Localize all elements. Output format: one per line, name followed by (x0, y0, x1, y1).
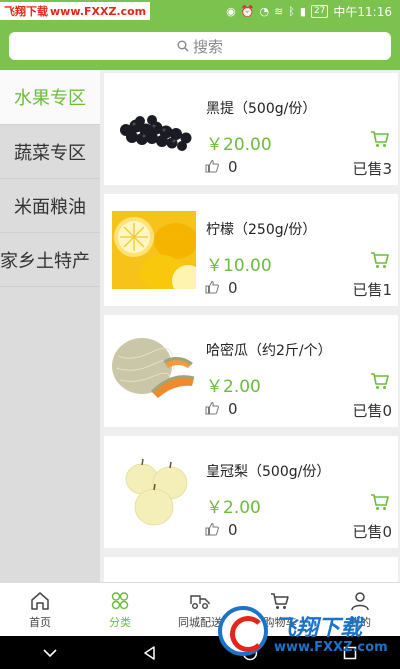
wifi-icon: ≋ (274, 4, 284, 18)
add-to-cart-icon[interactable] (370, 493, 390, 511)
location-icon: ◉ (226, 4, 236, 18)
product-price: ￥2.00 (206, 498, 261, 518)
watermark-logo-url: www.FXXZ.com (274, 640, 388, 655)
back-icon[interactable] (141, 644, 159, 662)
status-icons: ◉ ⏰ ◔ ≋ ᛒ ▮ 27 中午11:16 (226, 0, 392, 22)
bluetooth-icon: ᛒ (288, 4, 295, 18)
watermark-text: 飞翔下载 (4, 5, 48, 18)
like-count: 0 (228, 521, 238, 539)
home-icon (31, 592, 49, 610)
watermark-badge: 飞翔下载 www.FXXZ.com (0, 2, 151, 20)
like-count: 0 (228, 279, 238, 297)
category-icon (111, 592, 129, 610)
product-list: 黑提（500g/份） ￥20.00 0 已售3 柠檬（250g/份） ￥10.0… (100, 70, 400, 582)
search-placeholder: 搜索 (192, 37, 223, 56)
sold-count: 已售3 (352, 160, 392, 178)
category-grain-oil[interactable]: 米面粮油 (0, 179, 100, 233)
watermark-logo-icon (218, 606, 268, 656)
product-card[interactable]: 黑提（500g/份） ￥20.00 0 已售3 (104, 73, 398, 185)
product-name: 皇冠梨（500g/份） (206, 464, 331, 480)
signal-icon: ▮ (299, 4, 306, 18)
product-price: ￥10.00 (206, 256, 272, 276)
delivery-icon (190, 595, 210, 609)
product-price: ￥2.00 (206, 377, 261, 397)
status-bar: 飞翔下载 www.FXXZ.com ◉ ⏰ ◔ ≋ ᛒ ▮ 27 中午11:16 (0, 0, 400, 22)
category-vegetables[interactable]: 蔬菜专区 (0, 125, 100, 179)
watermark-logo-text: 飞翔下载 (274, 616, 363, 641)
alarm-icon: ⏰ (240, 4, 255, 18)
nav-home[interactable]: 首页 (0, 583, 80, 636)
search-input[interactable]: 搜索 (9, 32, 391, 60)
cantaloupe-image (112, 332, 196, 410)
product-name: 柠檬（250g/份） (206, 222, 317, 238)
add-to-cart-icon[interactable] (370, 130, 390, 148)
clock: 中午11:16 (333, 4, 392, 19)
nav-category-label: 分类 (109, 616, 131, 629)
category-fruit[interactable]: 水果专区 (0, 70, 100, 125)
like-count: 0 (228, 400, 238, 418)
crown-pears-image (112, 453, 196, 531)
thumbs-up-icon[interactable] (205, 401, 219, 415)
product-price: ￥20.00 (206, 135, 272, 155)
battery-icon: 27 (310, 4, 329, 18)
thumbs-up-icon[interactable] (205, 159, 219, 173)
product-name: 黑提（500g/份） (206, 101, 317, 117)
nav-category[interactable]: 分类 (80, 583, 160, 636)
watermark-url: www.FXXZ.com (50, 4, 147, 18)
category-sidebar: 水果专区 蔬菜专区 米面粮油 家乡土特产 (0, 70, 100, 582)
thumbs-up-icon[interactable] (205, 280, 219, 294)
silent-icon: ◔ (259, 4, 270, 18)
sold-count: 已售1 (352, 281, 392, 299)
nav-home-label: 首页 (29, 616, 51, 629)
product-card-partial[interactable] (104, 557, 398, 582)
product-card[interactable]: 哈密瓜（约2斤/个） ￥2.00 0 已售0 (104, 315, 398, 427)
chevron-down-icon[interactable] (41, 644, 59, 662)
sold-count: 已售0 (352, 523, 392, 541)
product-card[interactable]: 柠檬（250g/份） ￥10.00 0 已售1 (104, 194, 398, 306)
thumbs-up-icon[interactable] (205, 522, 219, 536)
lemons-image (112, 211, 196, 289)
sold-count: 已售0 (352, 402, 392, 420)
category-local-specialty[interactable]: 家乡土特产 (0, 233, 100, 287)
add-to-cart-icon[interactable] (370, 372, 390, 390)
like-count: 0 (228, 158, 238, 176)
product-card[interactable]: 皇冠梨（500g/份） ￥2.00 0 已售0 (104, 436, 398, 548)
add-to-cart-icon[interactable] (370, 251, 390, 269)
header: 搜索 (0, 22, 400, 70)
site-watermark-logo: 飞翔下载 www.FXXZ.com (216, 606, 394, 662)
search-icon (177, 40, 189, 52)
black-grapes-image (112, 90, 196, 168)
product-name: 哈密瓜（约2斤/个） (206, 343, 332, 359)
